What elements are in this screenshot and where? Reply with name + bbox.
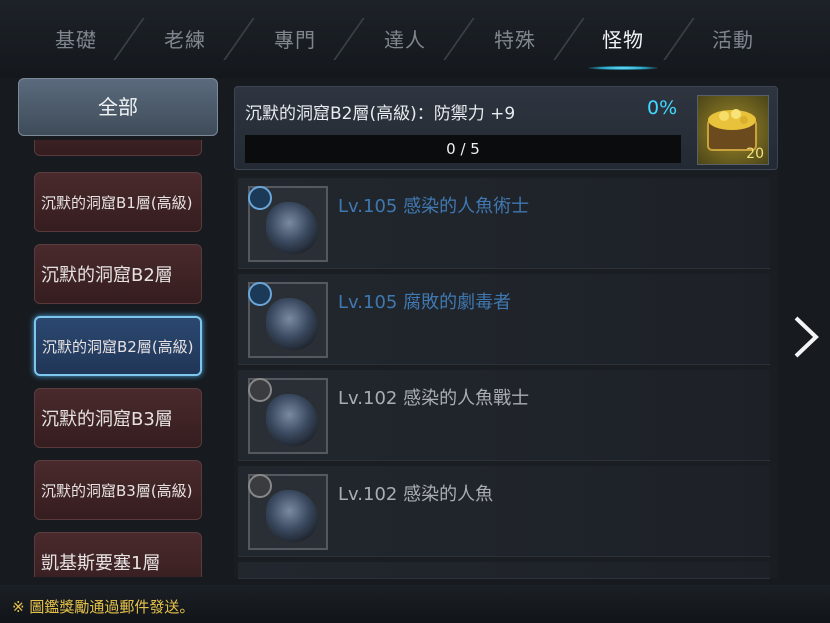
active-tab-indicator (588, 66, 658, 70)
monster-row[interactable]: Lv.102 感染的人魚戰士 (238, 370, 770, 461)
footer-note: ※ 圖鑑獎勵通過郵件發送。 (12, 598, 195, 616)
achievement-header: 沉默的洞窟B2層(高級)：防禦力 +9 0% 0 / 5 20 (234, 86, 778, 170)
tab-monster[interactable]: 怪物 (568, 24, 678, 53)
tab-master[interactable]: 達人 (350, 24, 460, 53)
region-item[interactable]: 沉默的洞窟B1層(高級) (34, 172, 202, 232)
region-item[interactable]: 沉默的洞窟B3層 (34, 388, 202, 448)
monster-portrait (248, 474, 328, 550)
monster-name: Lv.102 感染的人魚戰士 (338, 388, 530, 409)
footer-bar: ※ 圖鑑獎勵通過郵件發送。 (0, 585, 830, 623)
monster-name: Lv.105 感染的人魚術士 (338, 196, 530, 217)
monster-portrait (248, 186, 328, 262)
locked-emblem-icon (248, 474, 272, 498)
locked-emblem-icon (248, 378, 272, 402)
monster-row-partial (238, 562, 770, 579)
monster-portrait (248, 378, 328, 454)
monster-row[interactable]: Lv.102 感染的人魚 (238, 466, 770, 557)
monster-row[interactable]: Lv.105 感染的人魚術士 (238, 178, 770, 269)
unlocked-emblem-icon (248, 186, 272, 210)
all-button[interactable]: 全部 (18, 78, 218, 136)
region-item-partial[interactable] (34, 140, 202, 156)
reward-count: 20 (746, 146, 764, 162)
region-list: 沉默的洞窟B1層(高級) 沉默的洞窟B2層 沉默的洞窟B2層(高級) 沉默的洞窟… (18, 140, 218, 577)
achievement-title: 沉默的洞窟B2層(高級)：防禦力 +9 (245, 104, 516, 124)
monster-image (266, 298, 318, 350)
region-item[interactable]: 沉默的洞窟B2層 (34, 244, 202, 304)
monster-name: Lv.105 腐敗的劇毒者 (338, 292, 512, 313)
region-item-selected[interactable]: 沉默的洞窟B2層(高級) (34, 316, 202, 376)
region-item[interactable]: 凱基斯要塞1層 (34, 532, 202, 577)
unlocked-emblem-icon (248, 282, 272, 306)
monster-portrait (248, 282, 328, 358)
monster-image (266, 490, 318, 542)
achievement-percent: 0% (647, 97, 678, 119)
chevron-right-icon[interactable] (790, 312, 824, 362)
progress-bar: 0 / 5 (245, 135, 681, 163)
monster-name: Lv.102 感染的人魚 (338, 484, 494, 505)
reward-chest[interactable]: 20 (697, 95, 769, 165)
region-item[interactable]: 沉默的洞窟B3層(高級) (34, 460, 202, 520)
monster-image (266, 394, 318, 446)
category-tabs: 基礎 老練 專門 達人 特殊 怪物 活動 (0, 0, 830, 78)
tab-veteran[interactable]: 老練 (130, 24, 240, 53)
tab-specialist[interactable]: 專門 (240, 24, 350, 53)
tab-event[interactable]: 活動 (678, 24, 788, 53)
monster-row[interactable]: Lv.105 腐敗的劇毒者 (238, 274, 770, 365)
progress-text: 0 / 5 (446, 140, 480, 158)
tab-basic[interactable]: 基礎 (21, 24, 131, 53)
monster-image (266, 202, 318, 254)
tab-special[interactable]: 特殊 (460, 24, 570, 53)
